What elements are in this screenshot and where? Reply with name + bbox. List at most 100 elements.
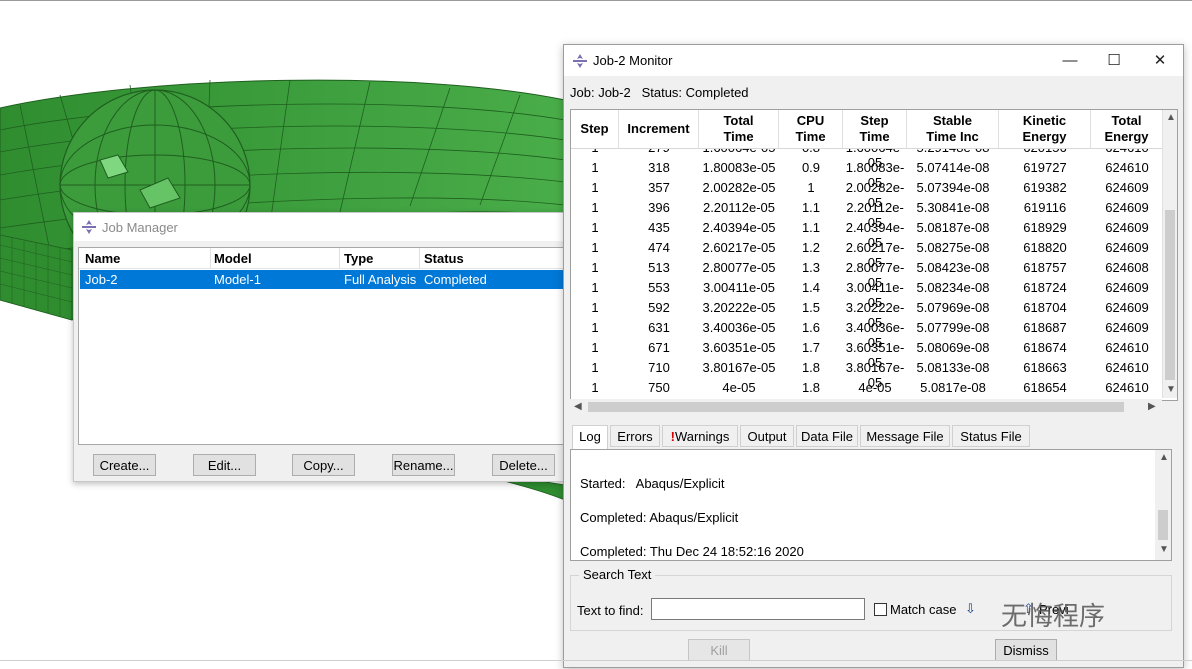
table-row[interactable]: 1 474 2.60217e-05 1.2 2.60217e-05 5.08275e-08… [571, 238, 1163, 270]
scroll-left-icon[interactable]: ◀ [574, 401, 582, 412]
column-name[interactable]: Name [85, 251, 120, 266]
table-row[interactable]: 1 631 3.40036e-05 1.6 3.40036e-05 5.07799e-08… [571, 318, 1163, 350]
create-button[interactable]: Create... [93, 454, 156, 476]
column-increment[interactable]: Increment [619, 110, 699, 148]
stable-time-inc-cell: 5.07799e-08 [916, 320, 990, 335]
column-status[interactable]: Status [424, 251, 464, 266]
cpu-time-cell: 1.8 [801, 360, 821, 375]
log-scroll-thumb[interactable] [1158, 510, 1168, 540]
table-vertical-thumb[interactable] [1165, 210, 1175, 380]
status-value: Completed [685, 85, 749, 100]
stable-time-inc-cell: 5.30841e-08 [916, 200, 990, 215]
table-horizontal-thumb[interactable] [588, 402, 1124, 412]
tab-status-file[interactable]: Status File [952, 425, 1030, 447]
job-name: Job-2 [598, 85, 631, 100]
table-row[interactable]: 1 357 2.00282e-05 1 2.00282e-05 5.07394e-08 61… [571, 178, 1163, 210]
column-total-time[interactable]: Total Time [699, 110, 779, 148]
table-row[interactable]: 1 553 3.00411e-05 1.4 3.00411e-05 5.08234e-08… [571, 278, 1163, 310]
column-type[interactable]: Type [344, 251, 373, 266]
table-row[interactable]: 1 671 3.60351e-05 1.7 3.60351e-05 5.08069e-08… [571, 338, 1163, 370]
column-step[interactable]: Step [571, 110, 619, 148]
total-energy-cell: 624608 [1105, 260, 1149, 275]
scroll-up-icon[interactable]: ▲ [1166, 112, 1176, 123]
kinetic-energy-cell: 618757 [1023, 260, 1067, 275]
edit-button[interactable]: Edit... [193, 454, 256, 476]
tab-output[interactable]: Output [740, 425, 794, 447]
search-text-group: Search Text Text to find: Match case ⇩ ⇧… [570, 567, 1172, 632]
increment-cell: 396 [648, 200, 670, 215]
table-row-partial[interactable]: 12791.60064e-050.81.60064e-055.29148e-08… [571, 149, 1163, 170]
step-cell: 1 [571, 149, 619, 155]
column-kinetic-energy[interactable]: Kinetic Energy [999, 110, 1091, 148]
find-next-icon[interactable]: ⇩ [965, 601, 976, 617]
scroll-up-icon[interactable]: ▲ [1159, 452, 1169, 463]
scroll-down-icon[interactable]: ▼ [1159, 544, 1169, 555]
cpu-time-cell: 1.1 [801, 200, 821, 215]
total-energy-cell: 624610 [1091, 149, 1163, 155]
tab-warnings-label: Warnings [674, 429, 730, 444]
job-row[interactable]: Job-2 Model-1 Full Analysis Completed [80, 270, 570, 289]
match-case-checkbox[interactable] [874, 603, 887, 616]
increment-cell: 474 [648, 240, 670, 255]
column-step-time[interactable]: Step Time [843, 110, 907, 148]
kill-button[interactable]: Kill [688, 639, 750, 661]
job-manager-titlebar[interactable]: Job Manager [74, 213, 574, 241]
table-row[interactable]: 1 710 3.80167e-05 1.8 3.80167e-05 5.08133e-08… [571, 358, 1163, 390]
stable-time-inc-cell: 5.08187e-08 [916, 220, 990, 235]
tab-log[interactable]: Log [572, 425, 608, 450]
step-cell: 1 [591, 340, 599, 355]
total-energy-cell: 624609 [1105, 200, 1149, 215]
dismiss-button[interactable]: Dismiss [995, 639, 1057, 661]
column-stable-time-inc[interactable]: Stable Time Inc [907, 110, 999, 148]
column-cpu-time[interactable]: CPU Time [779, 110, 843, 148]
delete-button[interactable]: Delete... [492, 454, 555, 476]
rename-button[interactable]: Rename... [392, 454, 455, 476]
abaqus-app-icon [573, 54, 587, 68]
tab-data-file[interactable]: Data File [796, 425, 858, 447]
stable-time-inc-cell: 5.29148e-08 [907, 149, 999, 155]
find-label: Text to find: [577, 603, 644, 618]
tab-message-file[interactable]: Message File [860, 425, 950, 447]
column-model[interactable]: Model [214, 251, 252, 266]
step-cell: 1 [591, 220, 599, 235]
increment-cell: 671 [648, 340, 670, 355]
increment-table-body: 12791.60064e-050.81.60064e-055.29148e-08… [571, 149, 1163, 393]
cpu-time-cell: 1.2 [801, 240, 821, 255]
stable-time-inc-cell: 5.08275e-08 [916, 240, 990, 255]
kinetic-energy-cell: 618704 [1023, 300, 1067, 315]
job-list[interactable]: Name Model Type Status Job-2 Model-1 Ful… [78, 247, 572, 445]
job-manager-title: Job Manager [102, 220, 178, 235]
tab-warnings[interactable]: !Warnings [662, 425, 738, 447]
table-row[interactable]: 1 592 3.20222e-05 1.5 3.20222e-05 5.07969e-08… [571, 298, 1163, 330]
table-vertical-scrollbar[interactable]: ▲ ▼ [1162, 110, 1177, 398]
scroll-right-icon[interactable]: ▶ [1148, 401, 1156, 412]
increment-cell: 553 [648, 280, 670, 295]
scroll-down-icon[interactable]: ▼ [1166, 384, 1176, 395]
table-row[interactable]: 1 435 2.40394e-05 1.1 2.40394e-05 5.08187e-08… [571, 218, 1163, 250]
table-row[interactable]: 1 396 2.20112e-05 1.1 2.20112e-05 5.30841e-08… [571, 198, 1163, 230]
find-input[interactable] [651, 598, 865, 620]
kinetic-energy-cell: 618724 [1023, 280, 1067, 295]
table-horizontal-scrollbar[interactable]: ◀ ▶ [570, 399, 1162, 415]
total-time-cell: 3.00411e-05 [702, 280, 776, 295]
maximize-icon[interactable]: ☐ [1104, 51, 1124, 71]
total-time-cell: 2.00282e-05 [702, 180, 776, 195]
minimize-icon[interactable]: — [1060, 51, 1080, 71]
job-monitor-title: Job-2 Monitor [593, 53, 673, 68]
column-total-energy[interactable]: Total Energy [1091, 110, 1163, 148]
close-icon[interactable]: ✕ [1150, 51, 1170, 71]
total-time-cell: 2.40394e-05 [702, 220, 776, 235]
copy-button[interactable]: Copy... [292, 454, 355, 476]
job-monitor-titlebar[interactable]: Job-2 Monitor — ☐ ✕ [564, 45, 1183, 76]
kinetic-energy-cell: 620156 [999, 149, 1091, 155]
tab-errors[interactable]: Errors [610, 425, 660, 447]
table-row[interactable]: 1 513 2.80077e-05 1.3 2.80077e-05 5.08423e-08… [571, 258, 1163, 290]
total-time-cell: 1.80083e-05 [702, 160, 776, 175]
total-energy-cell: 624609 [1105, 240, 1149, 255]
log-scrollbar[interactable]: ▲ ▼ [1155, 450, 1171, 560]
total-energy-cell: 624610 [1105, 160, 1149, 175]
increment-table[interactable]: Step Increment Total Time CPU Time Step Time… [570, 109, 1178, 401]
table-row[interactable]: 1 318 1.80083e-05 0.9 1.80083e-05 5.07414e-08… [571, 158, 1163, 190]
log-output[interactable]: Started: Abaqus/Explicit Completed: Abaq… [570, 449, 1172, 561]
table-row[interactable]: 1 750 4e-05 1.8 4e-05 5.0817e-08 618654 624610 [571, 378, 1163, 393]
